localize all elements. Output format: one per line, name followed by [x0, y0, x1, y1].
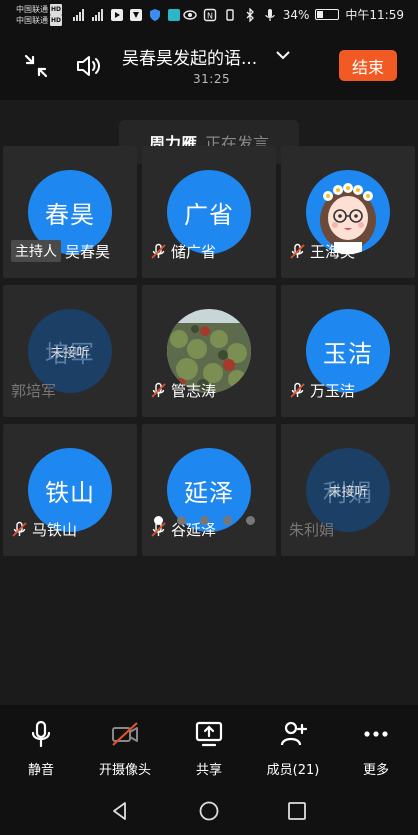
participant-name-row: 管志涛: [150, 380, 216, 401]
app-notification-icon: [111, 9, 123, 21]
camera-button[interactable]: 开摄像头: [85, 719, 165, 778]
mic-off-icon: [12, 521, 27, 537]
participant-name-row: 马铁山: [11, 519, 77, 540]
meeting-title[interactable]: 吴春昊发起的语...: [122, 44, 257, 69]
participant-name: 马铁山: [32, 521, 78, 539]
status-right: N 34% 中午11:59: [183, 6, 404, 23]
page-indicator[interactable]: [154, 516, 255, 525]
participant-name: 储广省: [171, 243, 217, 261]
members-button[interactable]: 成员(21): [253, 719, 333, 778]
microphone-icon: [31, 720, 51, 748]
members-label: 成员(21): [266, 763, 320, 778]
battery-icon: [315, 9, 340, 20]
status-bar: 中国联通 HD 中国联通 HD N 34% 中午11:59: [0, 0, 418, 32]
page-dot[interactable]: [200, 516, 209, 525]
system-nav-bar: [0, 787, 418, 835]
participant-tile[interactable]: 培军 未接听 郭培军: [3, 285, 137, 417]
participant-tile[interactable]: 王海英: [281, 146, 415, 278]
mic-off-icon: [290, 382, 305, 398]
battery-percent: 34%: [282, 7, 310, 22]
participant-name: 管志涛: [171, 382, 217, 400]
participant-name-row: 朱利娟: [289, 519, 334, 540]
participant-name-row: 储广省: [150, 241, 216, 262]
mic-off-icon: [290, 243, 305, 259]
signal-icon: [73, 9, 84, 21]
end-call-button[interactable]: 结束: [339, 50, 397, 81]
back-icon[interactable]: [108, 799, 132, 823]
participant-tile[interactable]: 广省 储广省: [142, 146, 276, 278]
participant-name: 朱利娟: [289, 521, 335, 539]
call-toolbar: 静音 开摄像头 共享 成员(21) 更多: [0, 705, 418, 787]
mic-off-icon: [151, 243, 166, 259]
page-dot[interactable]: [154, 516, 163, 525]
carrier-1: 中国联通: [16, 5, 48, 14]
more-button[interactable]: 更多: [336, 719, 416, 778]
speaker-icon[interactable]: [73, 50, 105, 82]
camera-label: 开摄像头: [98, 763, 151, 778]
app-notification-icon: [168, 9, 180, 21]
participant-tile[interactable]: 管志涛: [142, 285, 276, 417]
call-timer: 31:25: [193, 72, 231, 86]
app-notification-icon: [130, 9, 142, 21]
mic-off-icon: [151, 382, 166, 398]
participant-tile[interactable]: 玉洁 万玉洁: [281, 285, 415, 417]
eye-icon: [183, 9, 197, 20]
participant-name-row: 王海英: [289, 241, 355, 262]
page-dot[interactable]: [246, 516, 255, 525]
participant-name-row: 郭培军: [11, 380, 56, 401]
mute-button[interactable]: 静音: [1, 719, 81, 778]
chevron-down-icon[interactable]: [274, 46, 292, 64]
minimize-icon[interactable]: [22, 52, 50, 80]
participant-name: 王海英: [310, 243, 356, 261]
participant-tile[interactable]: 铁山 马铁山: [3, 424, 137, 556]
meeting-header: 吴春昊发起的语... 31:25 结束: [0, 32, 418, 100]
participant-name-row: 主持人 吴春昊: [11, 240, 110, 262]
svg-text:N: N: [207, 11, 213, 20]
more-dots-icon: [364, 731, 388, 737]
carrier-info: 中国联通 HD 中国联通 HD: [16, 4, 63, 26]
host-badge: 主持人: [11, 240, 61, 262]
shield-icon: [150, 9, 160, 21]
status-icons: [72, 8, 181, 22]
more-label: 更多: [362, 763, 389, 778]
hd-badge: HD: [50, 4, 63, 15]
add-person-icon: [280, 721, 308, 746]
participant-name: 万玉洁: [310, 382, 356, 400]
clock: 中午11:59: [345, 8, 404, 22]
camera-off-icon: [112, 722, 138, 746]
hd-badge: HD: [50, 15, 63, 26]
home-icon[interactable]: [197, 799, 221, 823]
share-button[interactable]: 共享: [169, 719, 249, 778]
carrier-2: 中国联通: [16, 16, 48, 25]
vibrate-icon: [226, 8, 234, 21]
participant-name-row: 万玉洁: [289, 380, 355, 401]
nfc-icon: N: [203, 8, 216, 21]
page-dot[interactable]: [177, 516, 186, 525]
share-label: 共享: [195, 763, 222, 778]
participant-tile[interactable]: 延泽 谷延泽: [142, 424, 276, 556]
participant-name: 吴春昊: [65, 242, 111, 261]
signal-icon: [92, 9, 103, 21]
participant-tile[interactable]: 利娟 未接听 朱利娟: [281, 424, 415, 556]
bluetooth-icon: [246, 7, 254, 22]
microphone-icon: [265, 8, 275, 21]
screen-share-icon: [195, 721, 223, 747]
recents-icon[interactable]: [285, 799, 309, 823]
participant-name: 郭培军: [11, 382, 57, 400]
page-dot[interactable]: [223, 516, 232, 525]
mute-label: 静音: [27, 763, 54, 778]
participant-tile[interactable]: 春昊 主持人 吴春昊: [3, 146, 137, 278]
